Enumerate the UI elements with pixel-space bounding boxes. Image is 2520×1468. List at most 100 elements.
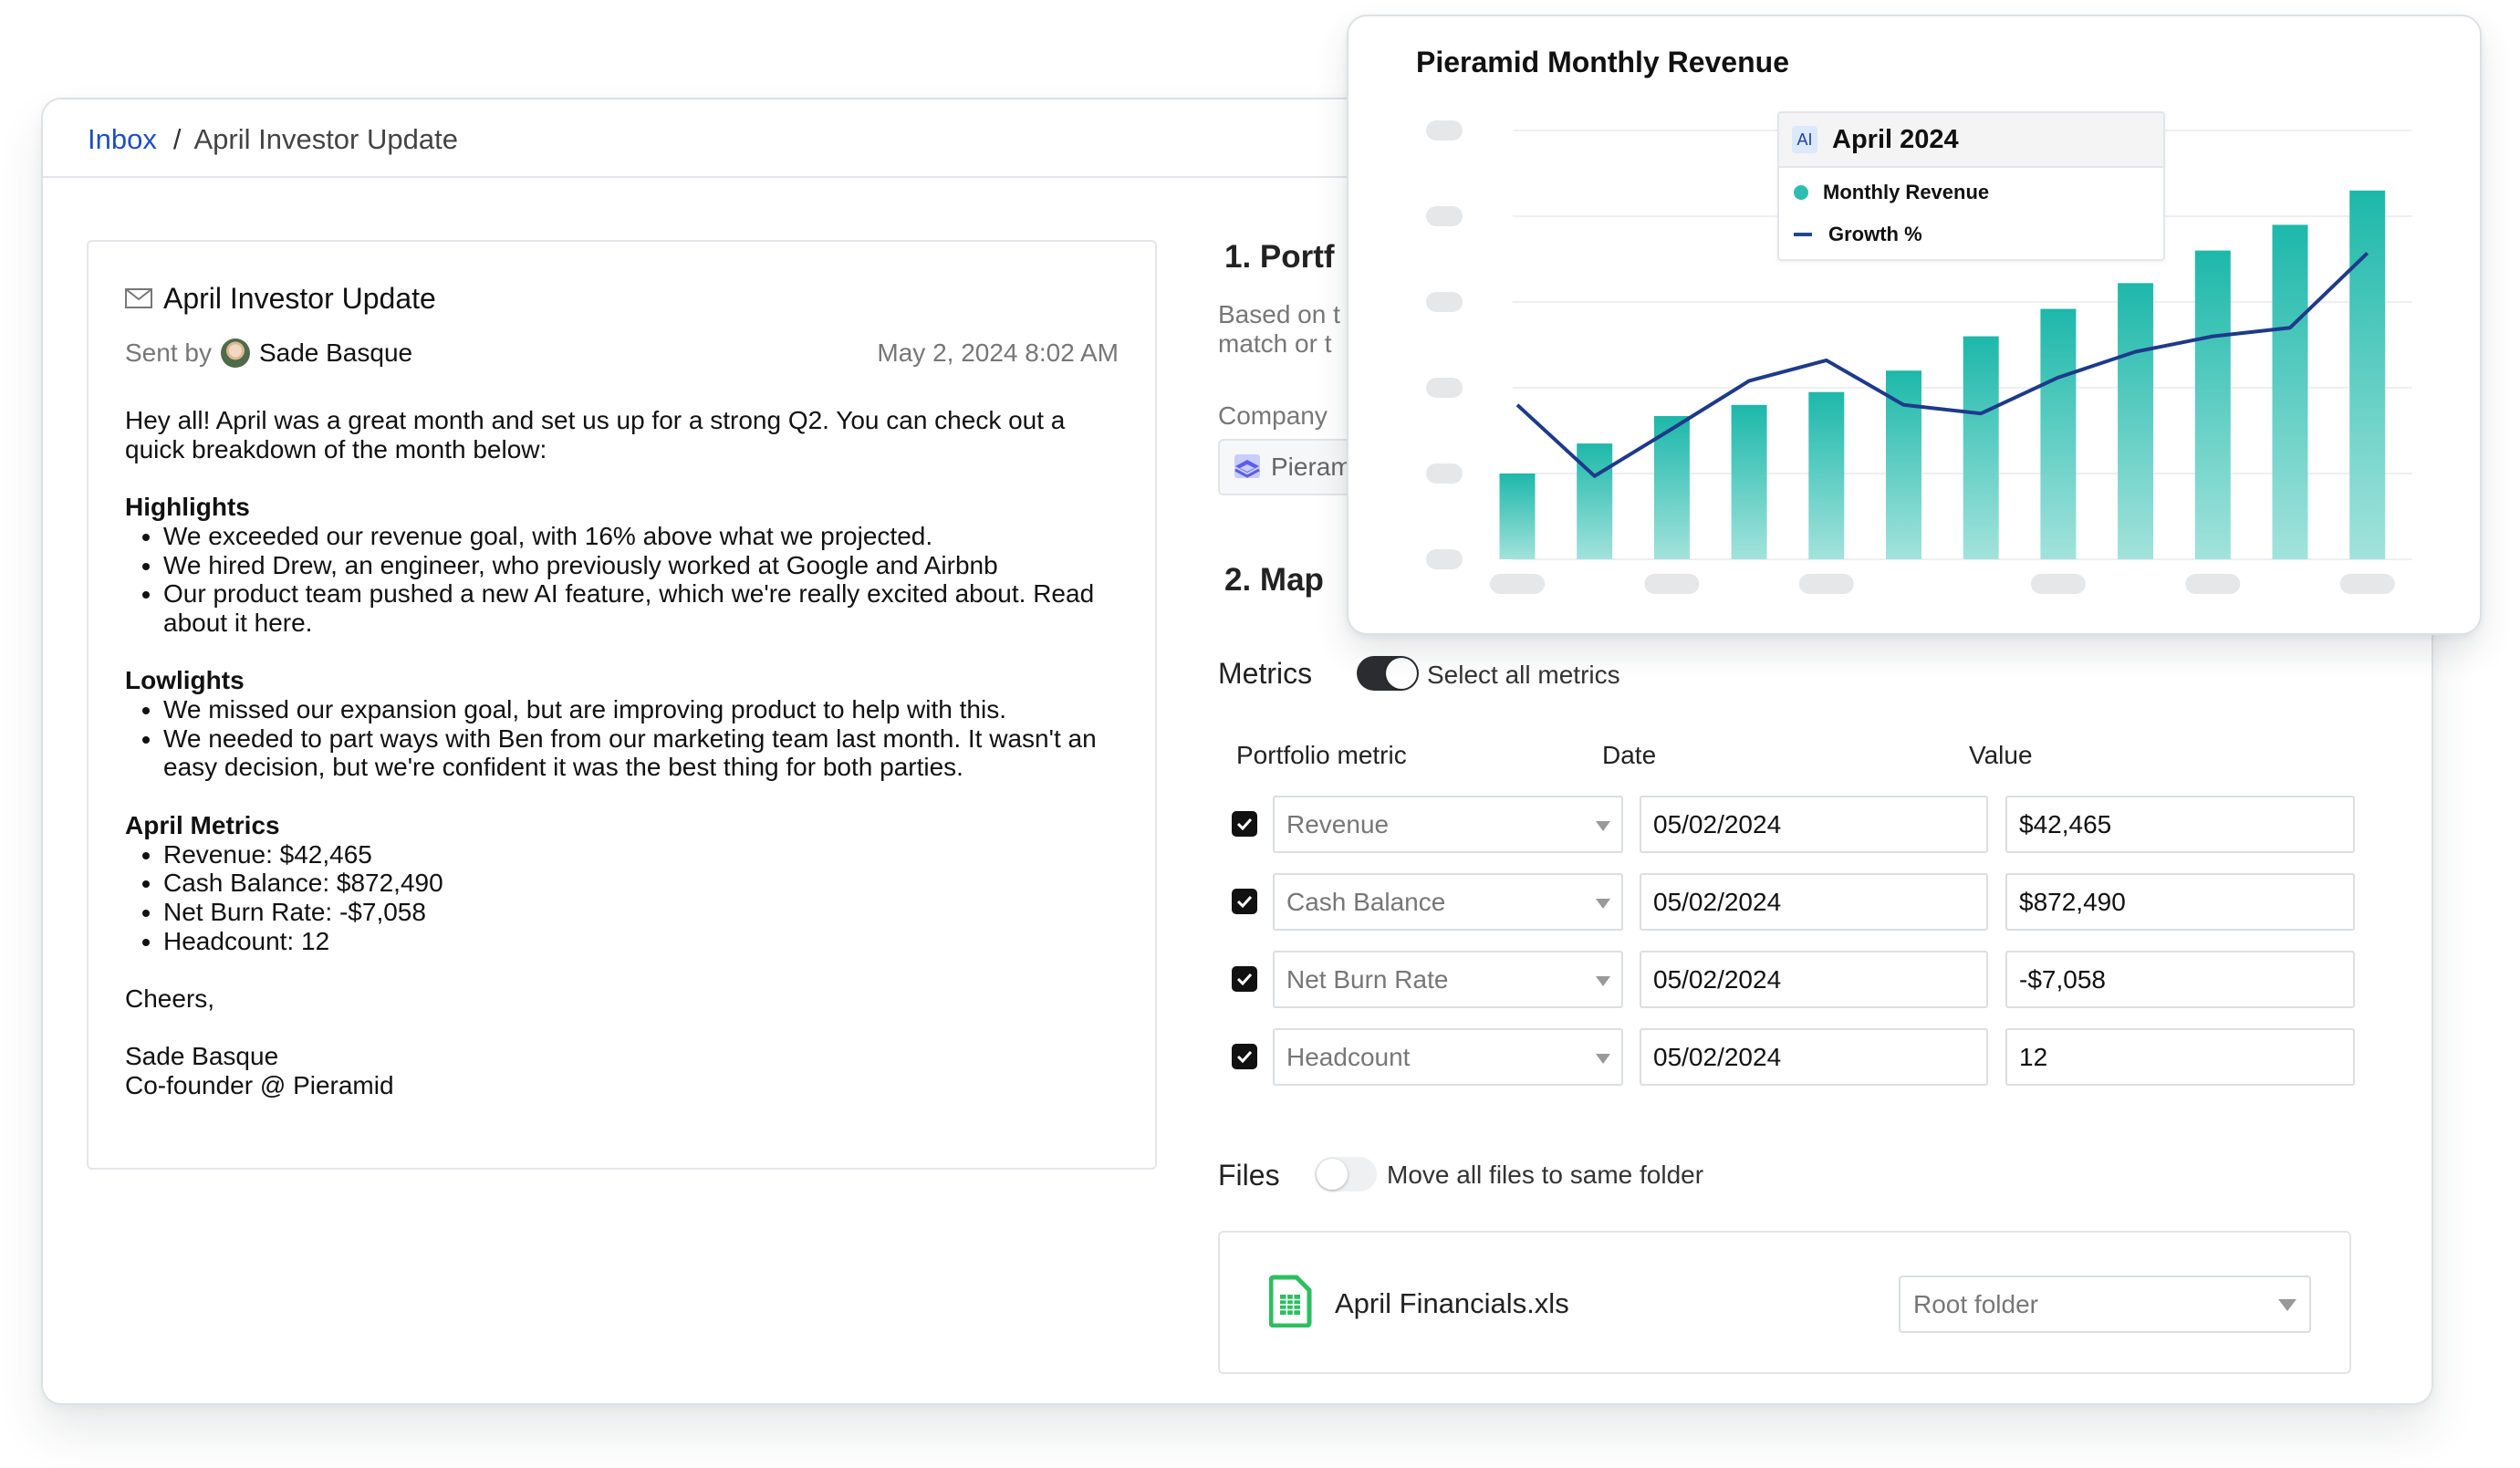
metrics-list: Revenue: $42,465 Cash Balance: $872,490 … bbox=[125, 840, 1129, 956]
metrics-heading: April Metrics bbox=[125, 810, 280, 839]
email-signoff: Cheers, bbox=[125, 984, 215, 1013]
growth-line bbox=[1515, 251, 2369, 478]
list-item: Cash Balance: $872,490 bbox=[163, 869, 1129, 898]
column-header-date: Date bbox=[1602, 741, 1657, 769]
revenue-bar[interactable] bbox=[1499, 474, 1536, 559]
breadcrumb-inbox-link[interactable]: Inbox bbox=[88, 123, 157, 155]
row-checkbox[interactable] bbox=[1232, 889, 1257, 914]
file-name: April Financials.xls bbox=[1335, 1287, 1569, 1319]
company-value: Pieram bbox=[1271, 453, 1352, 481]
spreadsheet-file-icon bbox=[1269, 1275, 1312, 1327]
revenue-bar[interactable] bbox=[1731, 404, 1767, 559]
date-value: 05/02/2024 bbox=[1653, 887, 1782, 916]
company-label: Company bbox=[1218, 401, 1328, 430]
list-item: We needed to part ways with Ben from our… bbox=[163, 724, 1129, 782]
y-tick-label-placeholder bbox=[1426, 549, 1463, 569]
date-value: 05/02/2024 bbox=[1653, 809, 1782, 838]
select-all-metrics-label: Select all metrics bbox=[1427, 661, 1620, 689]
chevron-down-icon bbox=[1596, 821, 1610, 831]
value-input[interactable]: 12 bbox=[2005, 1028, 2355, 1086]
breadcrumb-separator: / bbox=[172, 123, 182, 155]
check-icon bbox=[1236, 973, 1253, 985]
toggle-knob bbox=[1317, 1159, 1348, 1190]
section-portfolio-desc-2: match or t bbox=[1218, 329, 1332, 358]
folder-select[interactable]: Root folder bbox=[1899, 1275, 2311, 1333]
toggle-knob bbox=[1386, 658, 1417, 689]
value-text: 12 bbox=[2019, 1042, 2048, 1071]
table-row: Net Burn Rate 05/02/2024 -$7,058 bbox=[1227, 951, 2359, 1008]
breadcrumb: Inbox / April Investor Update bbox=[88, 123, 458, 156]
legend-label: Growth % bbox=[1828, 223, 1922, 245]
check-icon bbox=[1236, 895, 1253, 908]
revenue-chart bbox=[1426, 120, 2412, 594]
revenue-bar[interactable] bbox=[1577, 443, 1613, 559]
sender-name: Sade Basque bbox=[258, 338, 413, 367]
table-row: Revenue 05/02/2024 $42,465 bbox=[1227, 796, 2359, 853]
email-meta: Sent by Sade Basque May 2, 2024 8:02 AM bbox=[125, 333, 1119, 373]
email-subject-row: April Investor Update bbox=[125, 280, 436, 317]
breadcrumb-current: April Investor Update bbox=[193, 123, 458, 155]
metric-select-value: Headcount bbox=[1286, 1042, 1411, 1071]
x-tick-label-placeholder bbox=[2339, 574, 2395, 594]
x-tick-label-placeholder bbox=[2030, 574, 2086, 594]
revenue-bar[interactable] bbox=[2272, 224, 2308, 559]
column-header-value: Value bbox=[1969, 741, 2033, 769]
date-value: 05/02/2024 bbox=[1653, 1042, 1782, 1071]
value-input[interactable]: $872,490 bbox=[2005, 873, 2355, 931]
metrics-label: Metrics bbox=[1218, 657, 1313, 690]
files-label: Files bbox=[1218, 1159, 1280, 1192]
revenue-bar[interactable] bbox=[2040, 308, 2077, 559]
highlights-heading: Highlights bbox=[125, 493, 250, 522]
revenue-bar[interactable] bbox=[1963, 336, 1999, 559]
y-tick-label-placeholder bbox=[1426, 206, 1463, 226]
date-input[interactable]: 05/02/2024 bbox=[1640, 951, 1988, 1008]
section-portfolio-title: 1. Portf bbox=[1224, 239, 1335, 275]
y-tick-label-placeholder bbox=[1426, 120, 1463, 141]
date-input[interactable]: 05/02/2024 bbox=[1640, 873, 1988, 931]
move-files-toggle[interactable] bbox=[1315, 1157, 1377, 1192]
signature-name: Sade Basque bbox=[125, 1042, 279, 1071]
table-row: Headcount 05/02/2024 12 bbox=[1227, 1028, 2359, 1086]
highlights-list: We exceeded our revenue goal, with 16% a… bbox=[125, 522, 1129, 638]
select-all-metrics-toggle[interactable] bbox=[1357, 656, 1419, 691]
revenue-bar[interactable] bbox=[1808, 391, 1845, 559]
y-tick-label-placeholder bbox=[1426, 463, 1463, 484]
table-row: Cash Balance 05/02/2024 $872,490 bbox=[1227, 873, 2359, 931]
row-checkbox[interactable] bbox=[1232, 811, 1257, 837]
revenue-bar[interactable] bbox=[2118, 283, 2154, 559]
metric-select-value: Revenue bbox=[1286, 809, 1390, 838]
sent-by-label: Sent by bbox=[125, 338, 212, 367]
tooltip-date: April 2024 bbox=[1832, 124, 1959, 154]
date-value: 05/02/2024 bbox=[1653, 964, 1782, 994]
metric-select[interactable]: Revenue bbox=[1273, 796, 1623, 853]
metric-select[interactable]: Net Burn Rate bbox=[1273, 951, 1623, 1008]
y-tick-label-placeholder bbox=[1426, 378, 1463, 398]
lowlights-heading: Lowlights bbox=[125, 666, 245, 695]
x-tick-label-placeholder bbox=[1644, 574, 1700, 594]
column-header-metric: Portfolio metric bbox=[1236, 741, 1407, 769]
mail-icon bbox=[125, 288, 152, 308]
metric-select[interactable]: Cash Balance bbox=[1273, 873, 1623, 931]
list-item: Our product team pushed a new AI feature… bbox=[163, 579, 1129, 637]
legend-dot-icon bbox=[1794, 185, 1808, 200]
check-icon bbox=[1236, 817, 1253, 830]
date-input[interactable]: 05/02/2024 bbox=[1640, 1028, 1988, 1086]
date-input[interactable]: 05/02/2024 bbox=[1640, 796, 1988, 853]
lowlights-list: We missed our expansion goal, but are im… bbox=[125, 695, 1129, 782]
revenue-bar[interactable] bbox=[2194, 250, 2231, 559]
legend-line-icon bbox=[1794, 233, 1812, 236]
chevron-down-icon bbox=[1596, 976, 1610, 986]
section-portfolio-desc-1: Based on t bbox=[1218, 300, 1340, 328]
company-logo-icon bbox=[1234, 454, 1260, 478]
chevron-down-icon bbox=[1596, 1054, 1610, 1064]
row-checkbox[interactable] bbox=[1232, 1044, 1257, 1069]
section-map-title: 2. Map bbox=[1224, 562, 1324, 598]
value-input[interactable]: -$7,058 bbox=[2005, 951, 2355, 1008]
metric-select[interactable]: Headcount bbox=[1273, 1028, 1623, 1086]
value-input[interactable]: $42,465 bbox=[2005, 796, 2355, 853]
revenue-bar[interactable] bbox=[2349, 190, 2386, 560]
list-item: Headcount: 12 bbox=[163, 927, 1129, 956]
value-text: $872,490 bbox=[2019, 887, 2126, 916]
row-checkbox[interactable] bbox=[1232, 966, 1257, 992]
file-card: April Financials.xls Root folder bbox=[1218, 1231, 2351, 1374]
